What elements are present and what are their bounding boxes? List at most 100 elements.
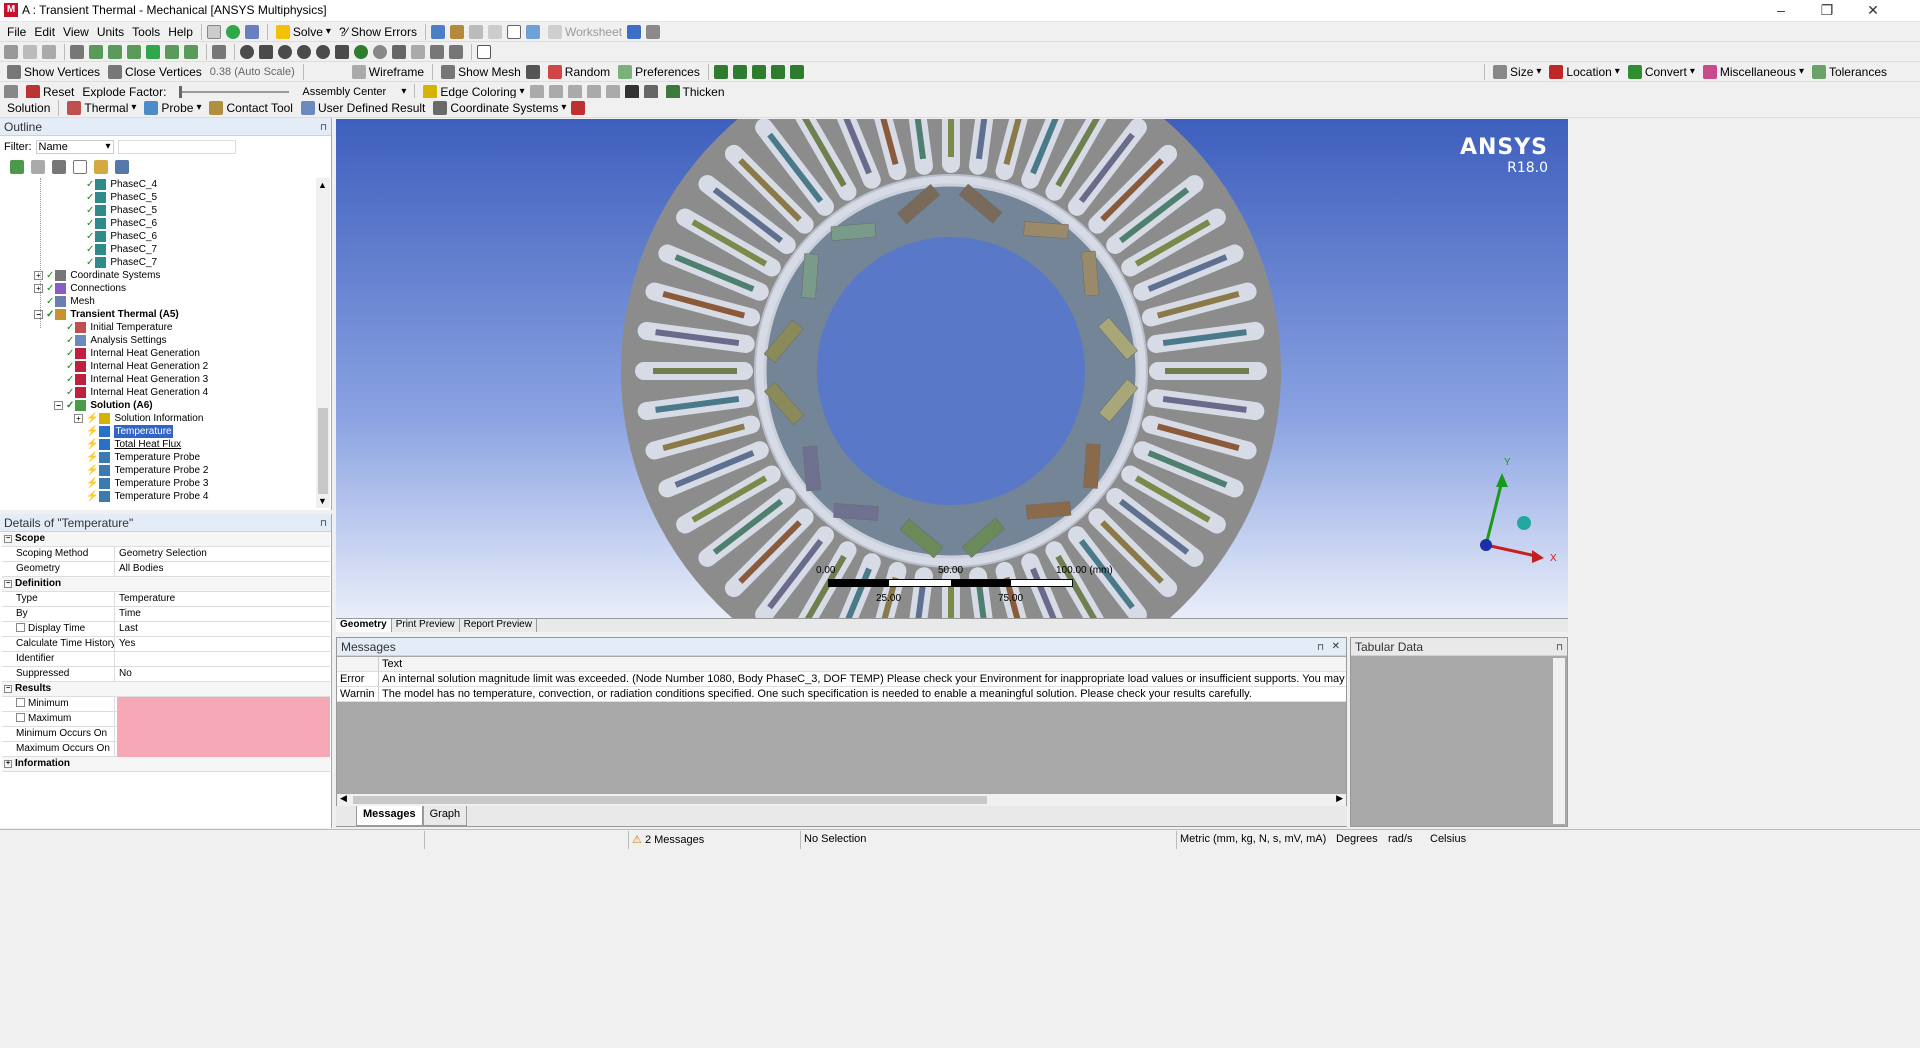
filter-type-dropdown[interactable]: Name [35,140,114,154]
tree-item[interactable]: ✓ PhaseC_5 [86,204,157,217]
details-row[interactable]: By Time [2,607,330,622]
details-row[interactable]: Type Temperature [2,592,330,607]
tree-item[interactable]: ✓ PhaseC_7 [86,243,157,256]
zoom-to-fit-icon[interactable] [335,44,349,59]
tree-item[interactable]: ⚡ Temperature Probe 4 [86,490,208,503]
menu-view[interactable]: View [60,23,92,41]
outline-scrollbar[interactable]: ▲ ▼ [316,178,330,508]
convert-dropdown[interactable]: Convert [1625,63,1698,81]
graphics-viewport[interactable]: ANSYS R18.0 0.00 50.00 100.00 (mm) 25.00… [336,119,1568,618]
coordinate-systems-dropdown[interactable]: Coordinate Systems [430,99,569,117]
tabular-scrollbar[interactable] [1553,658,1565,824]
zoom-icon[interactable] [278,44,292,59]
tab-report-preview[interactable]: Report Preview [460,619,537,632]
select-point-icon[interactable] [4,44,18,59]
expand-tree-icon[interactable] [73,160,87,174]
user-defined-result-button[interactable]: User Defined Result [298,99,428,117]
tree-item[interactable]: ✓ Initial Temperature [66,321,172,334]
thermal-dropdown[interactable]: Thermal [64,99,139,117]
select-vertex-icon[interactable] [23,44,37,59]
details-row[interactable]: Suppressed No [2,667,330,682]
solution-button[interactable]: Solution [4,99,53,117]
select-edge-icon[interactable] [42,44,56,59]
details-value[interactable]: Last [117,622,138,637]
tree-item[interactable]: ✓ PhaseC_4 [86,178,157,191]
details-value[interactable]: Temperature [117,592,175,607]
tree-item[interactable]: ✓ Internal Heat Generation [66,347,200,360]
pin-icon[interactable]: ⊓ [1317,638,1324,656]
filter-tree-icon[interactable] [31,160,45,174]
tab-graph[interactable]: Graph [422,806,468,826]
menu-tools[interactable]: Tools [129,23,163,41]
status-units[interactable]: Metric (mm, kg, N, s, mV, mA) [1180,833,1326,845]
scroll-thumb[interactable] [318,408,328,494]
messages-hscrollbar[interactable]: ◀ ▶ [337,793,1346,806]
status-rad[interactable]: rad/s [1388,833,1412,845]
details-value[interactable]: Time [117,607,141,622]
tree-item[interactable]: ⚡ Temperature Probe 3 [86,477,208,490]
details-group[interactable]: − Results [2,682,330,697]
collapse-tree-icon[interactable] [52,160,66,174]
comment-icon[interactable] [487,24,502,39]
vertex-icon[interactable] [89,44,103,59]
chart-icon[interactable] [430,24,445,39]
zoom-fit-icon[interactable] [316,44,330,59]
menu-file[interactable]: File [4,23,29,41]
tree-item[interactable]: ✓ PhaseC_6 [86,217,157,230]
motor-geometry[interactable] [336,119,1568,618]
expand-icon[interactable]: + [74,414,83,423]
rotate-icon[interactable] [240,44,254,59]
edge-style-2-icon[interactable] [548,84,563,99]
tree-item[interactable]: ✓ Mesh [46,295,95,308]
size-dropdown[interactable]: Size [1490,63,1544,81]
folder-icon[interactable] [94,160,108,174]
tree-item[interactable]: ✓ Internal Heat Generation 2 [66,360,208,373]
collapse-icon[interactable]: − [34,310,43,319]
minimize-button[interactable]: – [1758,0,1804,22]
details-group[interactable]: + Information [2,757,330,772]
select-mode-icon[interactable] [70,44,84,59]
preferences-button[interactable]: Preferences [615,63,703,81]
worksheet-button[interactable]: Worksheet [545,23,625,41]
node-icon[interactable] [165,44,179,59]
status-celsius[interactable]: Celsius [1430,833,1466,845]
tree-item[interactable]: ✓ PhaseC_5 [86,191,157,204]
export-icon[interactable] [571,100,586,115]
axis-z-icon[interactable] [751,64,766,79]
tree-item[interactable]: ✓ PhaseC_6 [86,230,157,243]
extend-selection-icon[interactable] [212,44,226,59]
details-value[interactable] [117,712,330,727]
status-degrees[interactable]: Degrees [1336,833,1378,845]
tree-item[interactable]: ✓ PhaseC_7 [86,256,157,269]
viewport-layout-icon[interactable] [477,44,491,59]
show-errors-button[interactable]: ?⁄ Show Errors [336,23,420,41]
details-row[interactable]: Maximum [2,712,330,727]
scroll-up-icon[interactable]: ▲ [318,180,327,190]
tree-item[interactable]: ⚡ Temperature [86,425,173,438]
probe-dropdown[interactable]: Probe [141,99,204,117]
tab-geometry[interactable]: Geometry [336,619,392,632]
details-row[interactable]: Minimum Occurs On [2,727,330,742]
tree-item[interactable]: ✓ Analysis Settings [66,334,167,347]
message-row[interactable]: Warnin The model has no temperature, con… [337,687,1346,702]
axis-ruler-icon[interactable] [789,64,804,79]
maximize-button[interactable]: ❐ [1804,0,1850,22]
explode-icon[interactable] [525,64,540,79]
random-colors-button[interactable]: Random [545,63,613,81]
parameter-checkbox[interactable] [16,623,25,632]
details-row[interactable]: Identifier [2,652,330,667]
scroll-left-icon[interactable]: ◀ [340,793,347,804]
axis-y-icon[interactable] [732,64,747,79]
scroll-down-icon[interactable]: ▼ [318,496,327,506]
tolerances-button[interactable]: Tolerances [1809,63,1890,81]
parameter-checkbox[interactable] [16,698,25,707]
magnifier-icon[interactable] [354,44,368,59]
close-icon[interactable]: ✕ [1332,638,1340,656]
iso-view-icon[interactable] [392,44,406,59]
image-icon[interactable] [468,24,483,39]
box-zoom-icon[interactable] [297,44,311,59]
details-row[interactable]: Calculate Time History Yes [2,637,330,652]
message-row[interactable]: Error An internal solution magnitude lim… [337,672,1346,687]
solve-button[interactable]: Solve [273,23,334,41]
report-icon[interactable] [449,24,464,39]
